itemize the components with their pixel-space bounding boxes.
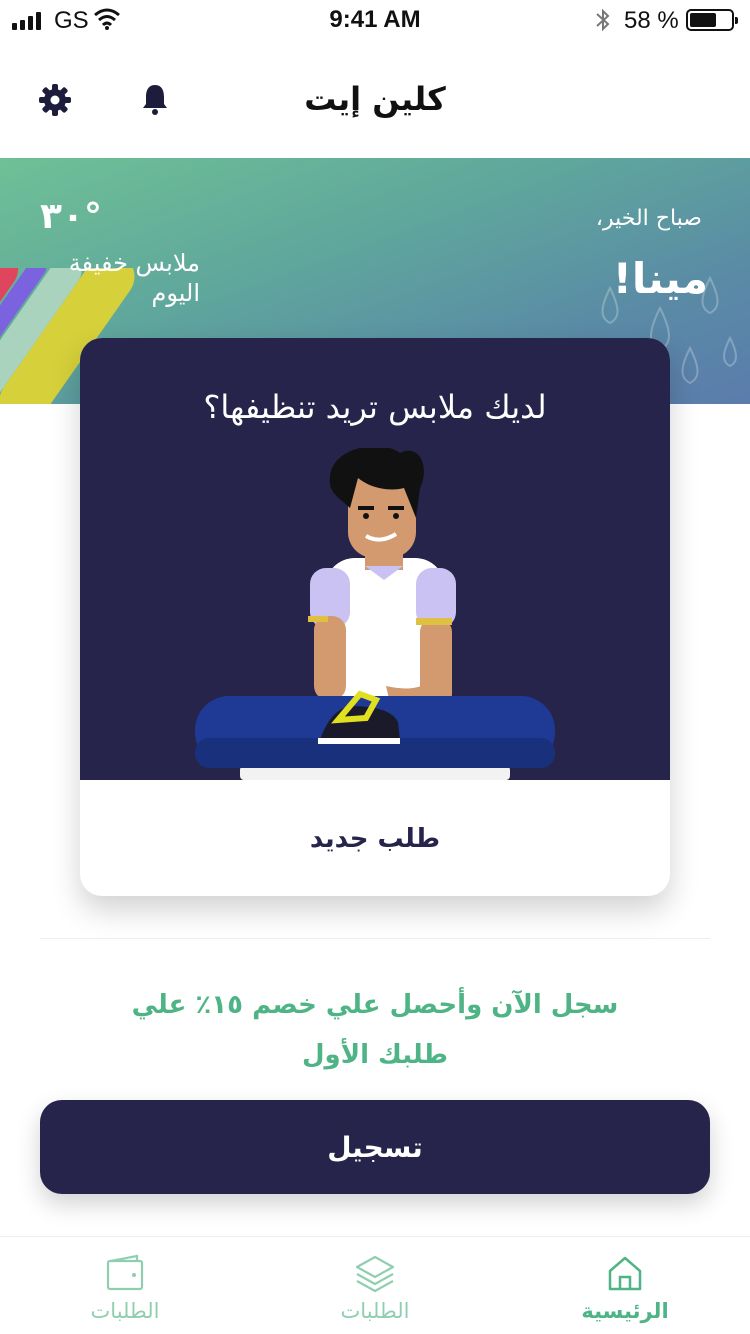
tab-wallet[interactable]: الطلبات — [0, 1237, 250, 1334]
user-name: مينا! — [612, 254, 708, 303]
ironing-man-illustration — [195, 448, 555, 780]
app-title: كلين إيت — [304, 80, 446, 118]
status-bar: GS 9:41 AM 58 % — [0, 0, 750, 40]
tab-bar: الرئيسية الطلبات الطلبات — [0, 1236, 750, 1334]
register-button[interactable]: تسجيل — [40, 1100, 710, 1194]
greeting-text: صباح الخير، — [595, 206, 702, 231]
card-question: لديك ملابس تريد تنظيفها؟ — [203, 388, 547, 426]
home-icon — [608, 1256, 642, 1291]
divider — [40, 938, 710, 939]
nav-bar: كلين إيت — [0, 40, 750, 158]
temperature: ٣٠° — [40, 196, 102, 237]
tab-home-label: الرئيسية — [581, 1299, 669, 1323]
tab-orders[interactable]: الطلبات — [250, 1237, 500, 1334]
promo-text: سجل الآن وأحصل علي خصم ١٥٪ علي طلبك الأو… — [131, 990, 619, 1070]
tab-home[interactable]: الرئيسية — [500, 1237, 750, 1334]
new-order-button[interactable]: طلب جديد — [80, 824, 670, 854]
card-hero: لديك ملابس تريد تنظيفها؟ — [80, 338, 670, 780]
wallet-icon — [106, 1254, 144, 1291]
tab-wallet-label: الطلبات — [90, 1299, 160, 1323]
new-order-card: لديك ملابس تريد تنظيفها؟ طلب جديد — [80, 338, 670, 896]
battery-percent: 58 % — [624, 7, 679, 34]
battery-icon — [686, 9, 738, 31]
layers-icon — [355, 1255, 395, 1293]
weather-note: ملابس خفيفة اليوم — [68, 249, 200, 307]
tab-orders-label: الطلبات — [340, 1299, 410, 1323]
bluetooth-icon — [596, 8, 610, 32]
